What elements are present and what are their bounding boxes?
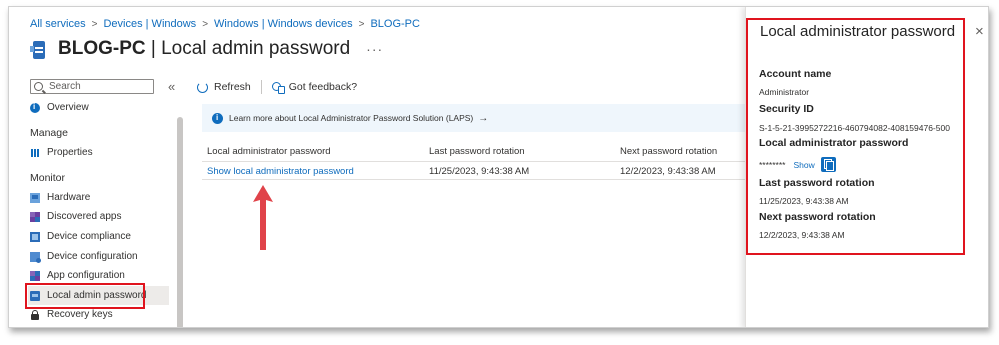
sidebar-item-recovery-keys[interactable]: Recovery keys <box>28 305 169 324</box>
banner-text: Learn more about Local Administrator Pas… <box>229 113 474 123</box>
feedback-label: Got feedback? <box>288 81 358 93</box>
app-configuration-icon <box>30 270 40 281</box>
sidebar-item-device-configuration[interactable]: Device configuration <box>28 247 169 266</box>
last-rotation-cell: 11/25/2023, 9:43:38 AM <box>429 166 530 177</box>
info-icon <box>212 112 223 124</box>
side-panel: Local administrator password × Account n… <box>745 7 988 327</box>
toolbar: Refresh Got feedback? <box>197 80 357 94</box>
password-row: ******** Show <box>759 157 836 172</box>
properties-icon <box>30 148 40 158</box>
column-header-password: Local administrator password <box>207 146 331 157</box>
sidebar-item-label: Hardware <box>47 192 91 203</box>
panel-title: Local administrator password <box>760 23 956 40</box>
copy-icon[interactable] <box>820 157 836 172</box>
sidebar-item-overview[interactable]: Overview <box>28 98 169 117</box>
sidebar-scrollbar[interactable] <box>177 117 183 327</box>
sidebar-item-label: Recovery keys <box>47 309 113 320</box>
last-rotation-value: 11/25/2023, 9:43:38 AM <box>759 196 849 206</box>
last-rotation-label: Last password rotation <box>759 177 875 189</box>
arrow-right-icon: → <box>478 112 489 124</box>
annotation-arrow-icon <box>253 185 273 250</box>
window: All services > Devices | Windows > Windo… <box>8 6 989 328</box>
breadcrumb-separator: > <box>358 18 365 30</box>
info-icon <box>30 102 40 113</box>
info-banner[interactable]: Learn more about Local Administrator Pas… <box>202 104 754 132</box>
sidebar-item-label: Overview <box>47 102 89 113</box>
next-rotation-label: Next password rotation <box>759 211 876 223</box>
breadcrumb-all-services[interactable]: All services <box>30 18 86 30</box>
account-name-value: Administrator <box>759 87 810 97</box>
table-header-divider <box>202 161 754 162</box>
section-monitor: Monitor <box>30 172 66 184</box>
breadcrumb-separator: > <box>91 18 98 30</box>
column-header-next-rotation: Next password rotation <box>620 146 718 157</box>
breadcrumb-windows-devices[interactable]: Windows | Windows devices <box>214 18 353 30</box>
device-name: BLOG-PC <box>58 38 146 59</box>
close-icon[interactable]: × <box>975 23 984 40</box>
breadcrumb-separator: > <box>202 18 209 30</box>
lock-icon <box>30 309 40 320</box>
search-placeholder: Search <box>49 81 81 92</box>
breadcrumb-devices-windows[interactable]: Devices | Windows <box>103 18 196 30</box>
refresh-button[interactable]: Refresh <box>197 81 251 93</box>
sidebar-item-properties[interactable]: Properties <box>28 143 169 162</box>
password-label: Local administrator password <box>759 137 909 149</box>
account-name-label: Account name <box>759 68 832 80</box>
section-manage: Manage <box>30 127 68 139</box>
sidebar-item-hardware[interactable]: Hardware <box>28 188 169 207</box>
sidebar-item-discovered-apps[interactable]: Discovered apps <box>28 207 169 226</box>
page-header: BLOG-PC | Local admin password ··· <box>30 37 383 61</box>
show-password-link[interactable]: Show local administrator password <box>207 166 354 177</box>
hardware-icon <box>30 192 40 203</box>
page-title: BLOG-PC | Local admin password <box>58 38 350 60</box>
breadcrumb: All services > Devices | Windows > Windo… <box>30 18 420 30</box>
feedback-button[interactable]: Got feedback? <box>271 81 358 94</box>
sidebar-item-device-compliance[interactable]: Device compliance <box>28 227 169 246</box>
page-name: Local admin password <box>161 38 351 59</box>
feedback-icon <box>271 81 285 94</box>
apps-icon <box>30 211 40 222</box>
security-id-label: Security ID <box>759 103 814 115</box>
show-password-button[interactable]: Show <box>793 160 814 170</box>
sidebar-item-label: Discovered apps <box>47 211 122 222</box>
next-rotation-cell: 12/2/2023, 9:43:38 AM <box>620 166 716 177</box>
toolbar-divider <box>260 80 262 94</box>
search-icon <box>34 82 43 91</box>
title-separator: | <box>145 38 162 59</box>
next-rotation-value: 12/2/2023, 9:43:38 AM <box>759 230 845 240</box>
table-row-divider <box>202 179 754 180</box>
breadcrumb-device[interactable]: BLOG-PC <box>370 18 420 30</box>
collapse-sidebar-button[interactable]: « <box>168 79 175 94</box>
sidebar-item-label: App configuration <box>47 270 125 281</box>
search-input[interactable]: Search <box>30 79 154 94</box>
sidebar-item-label: Device compliance <box>47 231 131 242</box>
device-icon <box>30 41 48 61</box>
configuration-icon <box>30 251 41 263</box>
more-options-button[interactable]: ··· <box>366 41 383 57</box>
security-id-value: S-1-5-21-3995272216-460794082-408159476-… <box>759 123 950 133</box>
sidebar-item-label: Properties <box>47 147 93 158</box>
column-header-last-rotation: Last password rotation <box>429 146 525 157</box>
compliance-icon <box>30 231 40 242</box>
sidebar-item-label: Device configuration <box>47 251 138 262</box>
password-masked: ******** <box>759 159 786 170</box>
refresh-icon <box>197 81 208 93</box>
refresh-label: Refresh <box>214 81 251 93</box>
